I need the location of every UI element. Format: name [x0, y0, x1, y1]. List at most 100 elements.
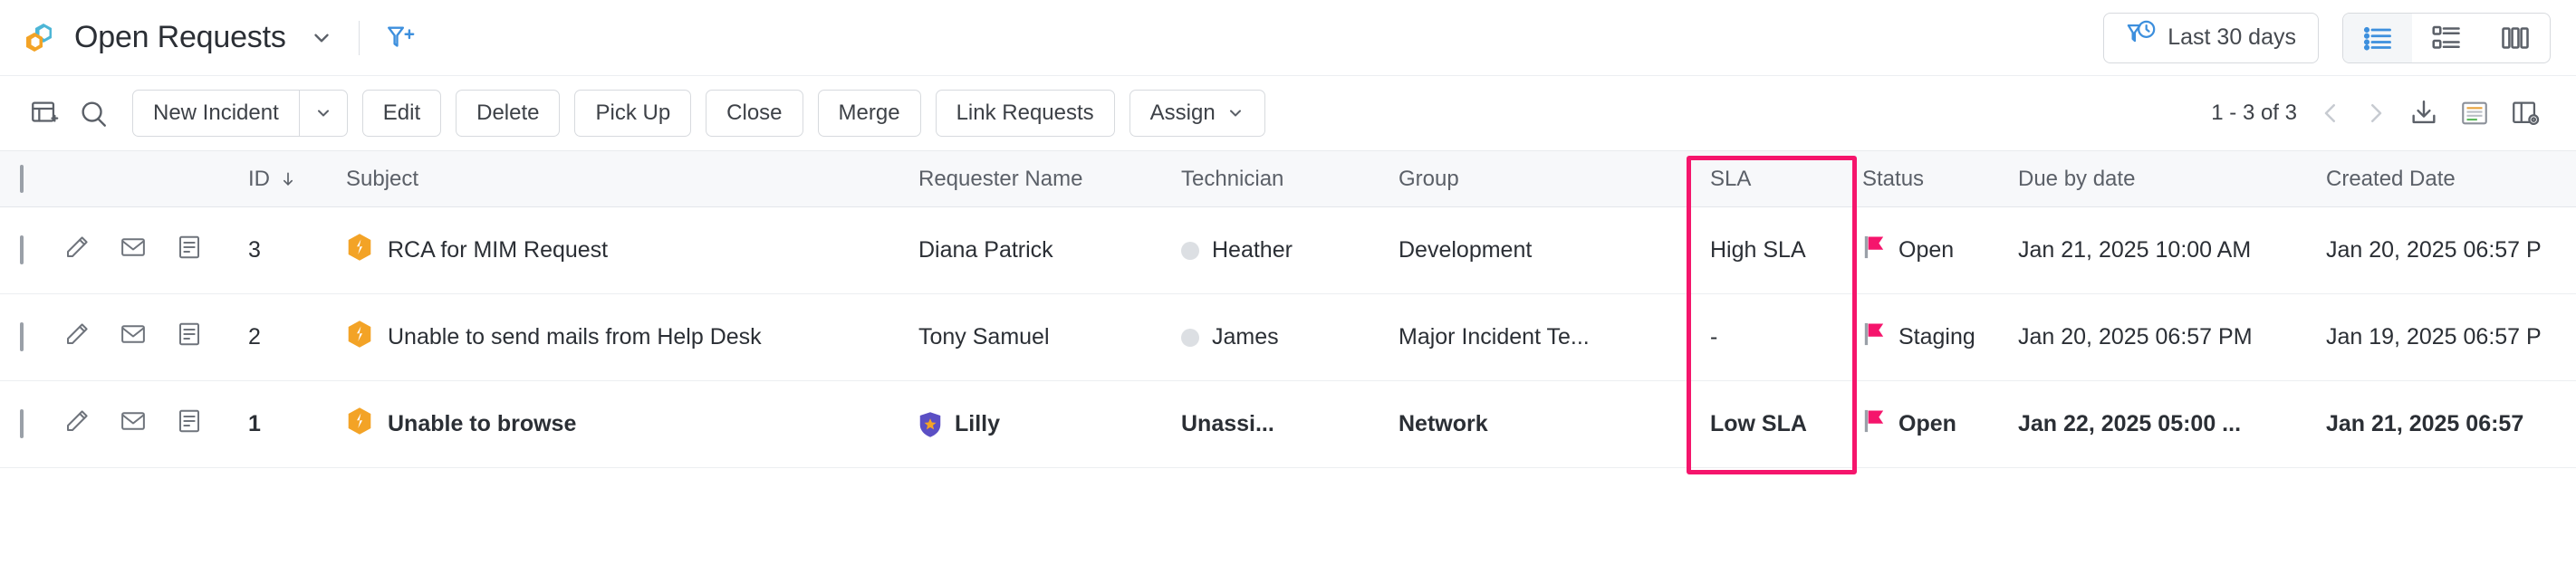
row-status-label: Open: [1898, 237, 1954, 263]
row-group-cell: Development: [1399, 207, 1688, 294]
kanban-view-toggle[interactable]: [2481, 14, 2550, 62]
edit-pencil-icon[interactable]: [63, 328, 91, 353]
header-divider: [359, 21, 360, 55]
row-sla-value: Low SLA: [1688, 411, 1807, 436]
add-row-icon[interactable]: [20, 98, 69, 129]
row-subject-link[interactable]: Unable to send mails from Help Desk: [388, 324, 762, 350]
column-header-id[interactable]: ID: [241, 151, 339, 207]
column-header-due[interactable]: Due by date: [2018, 151, 2326, 207]
assign-label: Assign: [1150, 101, 1216, 126]
envelope-icon[interactable]: [120, 328, 147, 353]
edit-button[interactable]: Edit: [362, 90, 441, 137]
row-technician-name: James: [1212, 324, 1279, 350]
row-status-cell: Staging: [1850, 294, 2018, 381]
new-incident-button[interactable]: New Incident: [132, 90, 348, 137]
pick-up-button[interactable]: Pick Up: [574, 90, 691, 137]
chevron-down-icon[interactable]: [300, 91, 347, 136]
edit-column-header: [63, 151, 120, 207]
vip-shield-icon: [918, 411, 942, 438]
merge-label: Merge: [839, 101, 900, 126]
row-technician-cell: James: [1181, 294, 1399, 381]
table-body: 3 RCA for MIM Request Diana Patrick: [0, 207, 2576, 468]
select-all-checkbox[interactable]: [20, 165, 24, 193]
edit-label: Edit: [383, 101, 420, 126]
table-row[interactable]: 2 Unable to send mails from Help Desk To…: [0, 294, 2576, 381]
column-header-technician[interactable]: Technician: [1181, 151, 1399, 207]
row-sla-cell: High SLA: [1688, 207, 1850, 294]
column-header-created-label: Created Date: [2326, 167, 2456, 191]
row-subject-link[interactable]: Unable to browse: [388, 411, 576, 437]
delete-button[interactable]: Delete: [456, 90, 560, 137]
orange-hexagon-priority-icon: [346, 320, 373, 355]
column-header-subject[interactable]: Subject: [339, 151, 918, 207]
chevron-down-icon[interactable]: [310, 26, 333, 50]
column-header-group[interactable]: Group: [1399, 151, 1688, 207]
link-requests-button[interactable]: Link Requests: [936, 90, 1115, 137]
notes-icon[interactable]: [176, 328, 203, 353]
date-range-button[interactable]: Last 30 days: [2103, 13, 2319, 63]
chevron-left-icon[interactable]: [2308, 100, 2353, 127]
sort-descending-icon: [279, 170, 297, 188]
row-subject-link[interactable]: RCA for MIM Request: [388, 237, 608, 263]
table-row[interactable]: 1 Unable to browse Lilly: [0, 381, 2576, 468]
detail-view-toggle[interactable]: [2412, 14, 2481, 62]
row-note-cell: [176, 207, 241, 294]
list-view-toggle[interactable]: [2343, 14, 2412, 62]
action-toolbar: New Incident Edit Delete Pick Up Close M…: [0, 76, 2576, 150]
column-header-sla[interactable]: SLA: [1688, 151, 1850, 207]
row-subject-cell: Unable to browse: [339, 381, 918, 468]
column-header-technician-label: Technician: [1181, 167, 1283, 191]
column-header-status[interactable]: Status: [1850, 151, 2018, 207]
column-header-created[interactable]: Created Date: [2326, 151, 2576, 207]
row-id: 1: [241, 381, 339, 468]
row-requester-name: Lilly: [955, 411, 1000, 437]
row-status-cell: Open: [1850, 381, 2018, 468]
row-note-cell: [176, 294, 241, 381]
row-select-cell: [0, 207, 63, 294]
row-due-date: Jan 20, 2025 06:57 PM: [2018, 294, 2326, 381]
row-requester-name: Diana Patrick: [918, 237, 1053, 263]
filter-add-icon[interactable]: [385, 23, 416, 53]
preview-pane-icon[interactable]: [2449, 98, 2500, 129]
servicedesk-hexagon-logo: [22, 19, 60, 57]
search-icon[interactable]: [69, 98, 118, 129]
edit-pencil-icon[interactable]: [63, 241, 91, 266]
avatar: [1181, 242, 1199, 260]
row-edit-cell: [63, 207, 120, 294]
edit-pencil-icon[interactable]: [63, 415, 91, 440]
row-checkbox[interactable]: [20, 409, 24, 438]
row-edit-cell: [63, 294, 120, 381]
link-requests-label: Link Requests: [956, 101, 1094, 126]
notes-icon[interactable]: [176, 415, 203, 440]
row-created-date: Jan 19, 2025 06:57 P: [2326, 294, 2576, 381]
envelope-icon[interactable]: [120, 241, 147, 266]
table-row[interactable]: 3 RCA for MIM Request Diana Patrick: [0, 207, 2576, 294]
row-sla-value: High SLA: [1688, 237, 1806, 263]
row-created-date: Jan 20, 2025 06:57 P: [2326, 207, 2576, 294]
row-checkbox[interactable]: [20, 322, 24, 351]
row-checkbox[interactable]: [20, 235, 24, 264]
envelope-icon[interactable]: [120, 415, 147, 440]
select-all-header: [0, 151, 63, 207]
row-requester-name: Tony Samuel: [918, 324, 1050, 350]
request-list-page: Open Requests Last 30 days: [0, 0, 2576, 565]
row-id: 3: [241, 207, 339, 294]
red-flag-icon: [1862, 408, 1886, 440]
assign-button[interactable]: Assign: [1129, 90, 1265, 137]
row-edit-cell: [63, 381, 120, 468]
chevron-right-icon[interactable]: [2353, 100, 2398, 127]
row-group-name: Development: [1399, 237, 1688, 263]
column-settings-icon[interactable]: [2500, 98, 2551, 129]
page-title: Open Requests: [74, 20, 286, 55]
row-id: 2: [241, 294, 339, 381]
row-sla-cell: -: [1688, 294, 1850, 381]
download-icon[interactable]: [2398, 98, 2449, 129]
row-technician-cell: Unassi...: [1181, 381, 1399, 468]
delete-label: Delete: [476, 101, 539, 126]
notes-icon[interactable]: [176, 241, 203, 266]
close-button[interactable]: Close: [706, 90, 803, 137]
column-header-requester[interactable]: Requester Name: [918, 151, 1181, 207]
row-group-name: Major Incident Te...: [1399, 324, 1688, 350]
merge-button[interactable]: Merge: [818, 90, 921, 137]
row-requester-cell: Tony Samuel: [918, 294, 1181, 381]
